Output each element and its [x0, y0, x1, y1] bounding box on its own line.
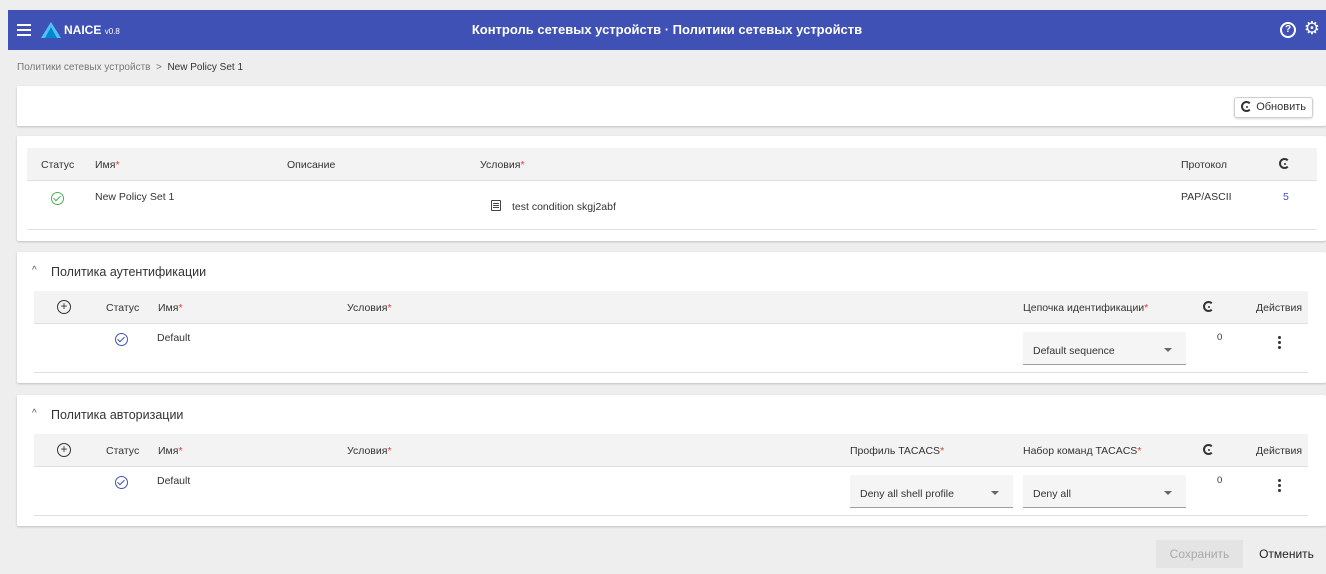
- policy-set-protocol: PAP/ASCII: [1181, 191, 1232, 203]
- tacacs-profile-value: Deny all shell profile: [860, 488, 954, 500]
- col-tacacs-commands: Набор команд TACACS*: [1023, 445, 1142, 457]
- policy-set-condition[interactable]: test condition skgj2abf: [512, 201, 616, 213]
- col-description: Описание: [287, 159, 336, 171]
- col-identity-chain: Цепочка идентификации*: [1023, 302, 1149, 314]
- add-rule-icon[interactable]: +: [57, 300, 71, 314]
- breadcrumb: Политики сетевых устройств > New Policy …: [17, 62, 243, 73]
- rule-hits: 0: [1217, 332, 1223, 343]
- col-tacacs-profile: Профиль TACACS*: [850, 445, 945, 457]
- col-protocol: Протокол: [1181, 159, 1227, 171]
- col-status: Статус: [106, 445, 140, 457]
- hits-icon: [1203, 301, 1214, 312]
- page-title: Контроль сетевых устройств · Политики се…: [471, 22, 863, 37]
- policy-set-header: Статус Имя* Описание Условия* Протокол: [27, 148, 1317, 181]
- tacacs-profile-select[interactable]: Deny all shell profile: [850, 475, 1013, 508]
- col-name: Имя*: [158, 445, 183, 457]
- authorization-header: + Статус Имя* Условия* Профиль TACACS* Н…: [34, 434, 1308, 467]
- row-divider: [27, 229, 1317, 230]
- col-conditions: Условия*: [480, 159, 525, 171]
- row-divider: [34, 515, 1308, 516]
- refresh-icon: [1241, 101, 1253, 112]
- save-button[interactable]: Сохранить: [1156, 540, 1243, 568]
- col-actions: Действия: [1256, 445, 1303, 457]
- toolbar-card: Обновить: [17, 86, 1326, 126]
- chevron-up-icon[interactable]: ^: [32, 265, 37, 276]
- status-active-icon: [115, 476, 128, 489]
- chevron-down-icon: [1164, 348, 1172, 352]
- chevron-up-icon[interactable]: ^: [32, 408, 37, 419]
- gear-icon[interactable]: ⚙: [1304, 18, 1320, 38]
- app-header: NAICE v0.8 Контроль сетевых устройств · …: [8, 10, 1326, 50]
- col-status: Статус: [106, 302, 140, 314]
- rule-name[interactable]: Default: [157, 475, 190, 487]
- chevron-down-icon: [991, 491, 999, 495]
- col-name: Имя*: [95, 159, 120, 171]
- identity-chain-select[interactable]: Default sequence: [1023, 332, 1186, 365]
- rule-hits: 0: [1217, 475, 1223, 486]
- col-conditions: Условия*: [347, 445, 392, 457]
- breadcrumb-current: New Policy Set 1: [167, 62, 244, 73]
- tacacs-commands-value: Deny all: [1033, 488, 1071, 500]
- chevron-down-icon: [1164, 491, 1172, 495]
- col-actions: Действия: [1256, 302, 1303, 314]
- more-actions-icon[interactable]: [1278, 336, 1281, 351]
- col-name: Имя*: [158, 302, 183, 314]
- authentication-title[interactable]: Политика аутентификации: [51, 265, 206, 279]
- add-rule-icon[interactable]: +: [57, 443, 71, 457]
- rule-name[interactable]: Default: [157, 332, 190, 344]
- hits-icon: [1203, 444, 1214, 455]
- refresh-label: Обновить: [1256, 101, 1306, 113]
- status-active-icon: [51, 192, 64, 205]
- hits-icon: [1279, 158, 1290, 169]
- policy-set-name[interactable]: New Policy Set 1: [95, 191, 174, 203]
- col-conditions: Условия*: [347, 302, 392, 314]
- authorization-policy-card: ^ Политика авторизации + Статус Имя* Усл…: [17, 395, 1326, 526]
- breadcrumb-separator: >: [156, 62, 162, 73]
- refresh-button[interactable]: Обновить: [1234, 97, 1313, 118]
- authentication-policy-card: ^ Политика аутентификации + Статус Имя* …: [17, 252, 1326, 383]
- col-status: Статус: [41, 159, 75, 171]
- authorization-title[interactable]: Политика авторизации: [51, 408, 183, 422]
- condition-icon: [491, 200, 501, 211]
- help-icon[interactable]: ?: [1280, 22, 1296, 38]
- policy-set-card: Статус Имя* Описание Условия* Протокол N…: [17, 136, 1326, 241]
- more-actions-icon[interactable]: [1278, 479, 1281, 494]
- tacacs-commands-select[interactable]: Deny all: [1023, 475, 1186, 508]
- policy-set-hits[interactable]: 5: [1283, 191, 1289, 203]
- identity-chain-value: Default sequence: [1033, 345, 1115, 357]
- breadcrumb-parent[interactable]: Политики сетевых устройств: [17, 62, 150, 73]
- status-active-icon: [115, 333, 128, 346]
- cancel-button[interactable]: Отменить: [1247, 540, 1326, 568]
- authentication-header: + Статус Имя* Условия* Цепочка идентифик…: [34, 291, 1308, 324]
- row-divider: [34, 372, 1308, 373]
